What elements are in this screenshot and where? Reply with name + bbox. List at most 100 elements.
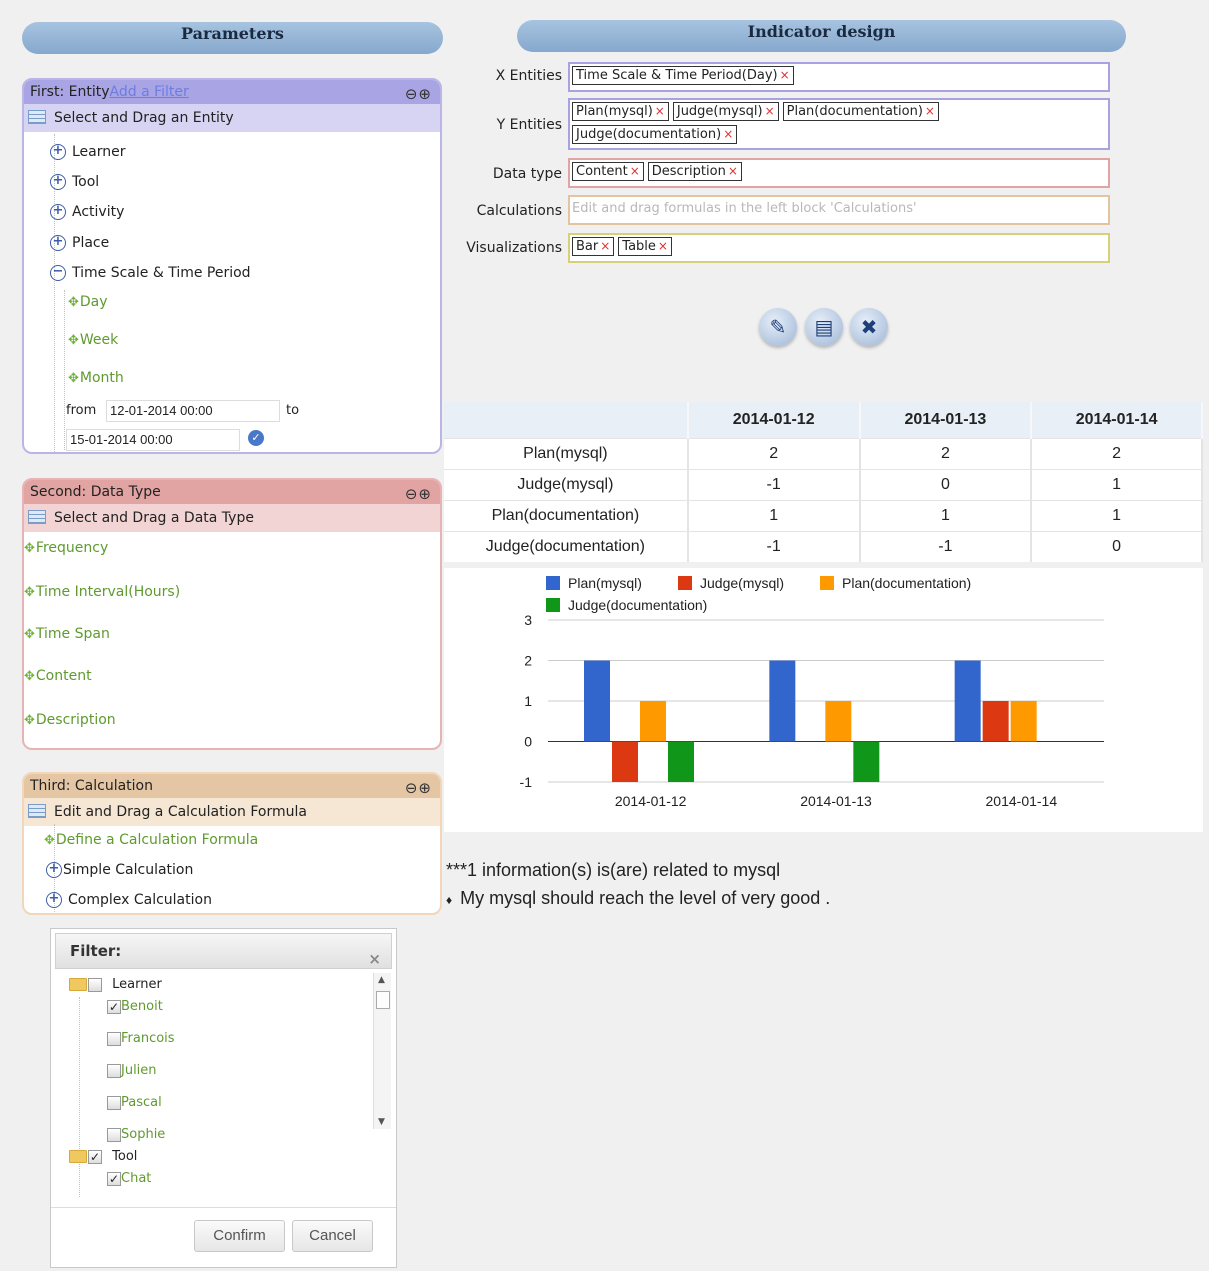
- y-entity-tag[interactable]: Judge(mysql) ×: [672, 102, 779, 121]
- y-entities-box[interactable]: Plan(mysql) × Judge(mysql) × Plan(documentat…: [568, 98, 1110, 150]
- collapse-expand-controls[interactable]: ⊖⊕: [405, 82, 432, 106]
- data-type-tag[interactable]: Description ×: [647, 162, 742, 181]
- group-checkbox[interactable]: [88, 977, 102, 992]
- remove-tag-icon[interactable]: ×: [780, 68, 790, 82]
- scroll-up-icon[interactable]: ▲: [378, 975, 385, 985]
- filter-item[interactable]: Francois: [107, 1031, 175, 1046]
- legend-swatch: [820, 576, 834, 590]
- x-entities-box[interactable]: Time Scale & Time Period(Day) ×: [568, 62, 1110, 92]
- entity-panel-subtitle: Select and Drag an Entity: [24, 104, 440, 132]
- filter-group[interactable]: ✓ Tool: [69, 1149, 137, 1164]
- expand-plus-icon[interactable]: +: [50, 204, 66, 220]
- add-filter-link[interactable]: Add a Filter: [110, 84, 189, 100]
- filter-item-label: Chat: [121, 1171, 152, 1186]
- info-recommendation: ♦ My mysql should reach the level of very…: [446, 888, 830, 909]
- filter-item[interactable]: ✓ Benoit: [107, 999, 163, 1014]
- time-day[interactable]: ✥Day: [68, 294, 108, 310]
- remove-tag-icon[interactable]: ×: [630, 164, 640, 178]
- collapse-expand-controls[interactable]: ⊖⊕: [405, 776, 432, 800]
- legend-label: Plan(documentation): [842, 575, 971, 591]
- item-checkbox[interactable]: [107, 1031, 121, 1046]
- visualizations-box[interactable]: Bar × Table ×: [568, 233, 1110, 263]
- data-type-box[interactable]: Content × Description ×: [568, 158, 1110, 188]
- table-header-row: 2014-01-12 2014-01-13 2014-01-14: [444, 402, 1203, 438]
- data-type-time-interval[interactable]: ✥Time Interval(Hours): [24, 584, 180, 600]
- from-date-input[interactable]: 12-01-2014 00:00: [106, 400, 280, 422]
- expand-plus-icon[interactable]: +: [50, 174, 66, 190]
- delete-button[interactable]: ✖: [850, 308, 888, 346]
- filter-item-label: Pascal: [121, 1095, 162, 1110]
- time-child-label: Day: [79, 294, 108, 310]
- confirm-date-icon[interactable]: ✓: [248, 430, 264, 446]
- collapse-expand-controls[interactable]: ⊖⊕: [405, 482, 432, 506]
- edit-button[interactable]: ✎: [759, 308, 797, 346]
- filter-group[interactable]: Learner: [69, 977, 162, 992]
- collapse-minus-icon[interactable]: −: [50, 265, 66, 281]
- item-checkbox[interactable]: [107, 1095, 121, 1110]
- table-header-cell: 2014-01-13: [859, 402, 1033, 438]
- item-checkbox[interactable]: [107, 1127, 121, 1142]
- remove-tag-icon[interactable]: ×: [658, 239, 668, 253]
- y-entity-tag-label: Plan(mysql): [576, 104, 653, 119]
- legend-swatch: [546, 576, 560, 590]
- remove-tag-icon[interactable]: ×: [655, 104, 665, 118]
- expand-plus-icon[interactable]: +: [46, 862, 62, 878]
- filter-item[interactable]: Sophie: [107, 1127, 165, 1142]
- table-cell: 0: [1031, 530, 1203, 562]
- filter-item[interactable]: Pascal: [107, 1095, 162, 1110]
- bar: [640, 701, 666, 742]
- cancel-button[interactable]: Cancel: [292, 1220, 373, 1252]
- visualization-tag[interactable]: Table ×: [618, 237, 672, 256]
- group-checkbox[interactable]: ✓: [88, 1149, 102, 1164]
- data-type-frequency[interactable]: ✥Frequency: [24, 540, 108, 556]
- entity-activity[interactable]: + Activity: [50, 204, 124, 220]
- expand-plus-icon[interactable]: +: [50, 235, 66, 251]
- scroll-thumb[interactable]: [376, 991, 390, 1009]
- expand-plus-icon[interactable]: +: [46, 892, 62, 908]
- table-cell: -1: [687, 468, 861, 500]
- expand-plus-icon[interactable]: +: [50, 144, 66, 160]
- remove-tag-icon[interactable]: ×: [728, 164, 738, 178]
- confirm-button[interactable]: Confirm: [194, 1220, 285, 1252]
- item-checkbox[interactable]: ✓: [107, 999, 121, 1014]
- filter-item[interactable]: Julien: [107, 1063, 157, 1078]
- y-entity-tag[interactable]: Judge(documentation) ×: [572, 125, 738, 144]
- close-icon[interactable]: ×: [368, 942, 381, 976]
- entity-time-scale[interactable]: − Time Scale & Time Period: [50, 265, 251, 281]
- scroll-down-icon[interactable]: ▼: [378, 1117, 385, 1127]
- complex-calculation[interactable]: + Complex Calculation: [46, 892, 212, 908]
- calculations-box[interactable]: Edit and drag formulas in the left block…: [568, 195, 1110, 225]
- remove-tag-icon[interactable]: ×: [765, 104, 775, 118]
- y-entity-tag[interactable]: Plan(mysql) ×: [572, 102, 669, 121]
- save-button[interactable]: ▤: [805, 308, 843, 346]
- visualization-tag[interactable]: Bar ×: [572, 237, 615, 256]
- to-date-input[interactable]: 15-01-2014 00:00: [66, 429, 240, 451]
- data-type-tag[interactable]: Content ×: [572, 162, 644, 181]
- time-month[interactable]: ✥Month: [68, 370, 124, 386]
- visualizations-label: Visualizations: [466, 240, 562, 256]
- simple-calculation[interactable]: + Simple Calculation: [46, 862, 193, 878]
- data-type-description[interactable]: ✥Description: [24, 712, 116, 728]
- remove-tag-icon[interactable]: ×: [925, 104, 935, 118]
- table-cell: Plan(documentation): [444, 499, 689, 531]
- entity-place[interactable]: + Place: [50, 235, 109, 251]
- y-entity-tag[interactable]: Plan(documentation) ×: [782, 102, 939, 121]
- data-type-content[interactable]: ✥Content: [24, 668, 92, 684]
- table-row: Plan(documentation) 1 1 1: [444, 499, 1203, 531]
- time-week[interactable]: ✥Week: [68, 332, 118, 348]
- define-calculation-formula[interactable]: ✥Define a Calculation Formula: [44, 832, 258, 848]
- entity-tool[interactable]: + Tool: [50, 174, 99, 190]
- item-checkbox[interactable]: ✓: [107, 1171, 121, 1186]
- remove-tag-icon[interactable]: ×: [600, 239, 610, 253]
- filter-scrollbar[interactable]: ▲ ▼: [373, 973, 391, 1129]
- data-type-time-span[interactable]: ✥Time Span: [24, 626, 110, 642]
- remove-tag-icon[interactable]: ×: [723, 127, 733, 141]
- parameters-title: Parameters: [181, 24, 284, 43]
- filter-item[interactable]: ✓ Chat: [107, 1171, 151, 1186]
- x-entity-tag[interactable]: Time Scale & Time Period(Day) ×: [572, 66, 794, 85]
- item-checkbox[interactable]: [107, 1063, 121, 1078]
- entity-label: Activity: [72, 204, 125, 220]
- indicator-design-header: Indicator design: [517, 20, 1126, 52]
- table-header-cell: 2014-01-14: [1031, 402, 1203, 438]
- entity-learner[interactable]: + Learner: [50, 144, 126, 160]
